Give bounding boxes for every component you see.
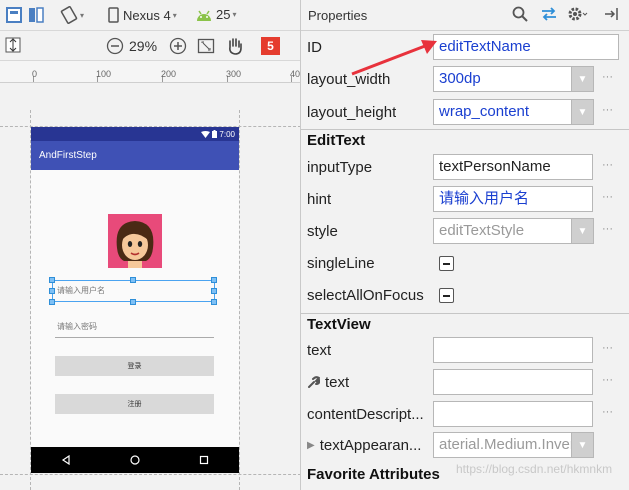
annotation-arrow <box>351 40 437 76</box>
